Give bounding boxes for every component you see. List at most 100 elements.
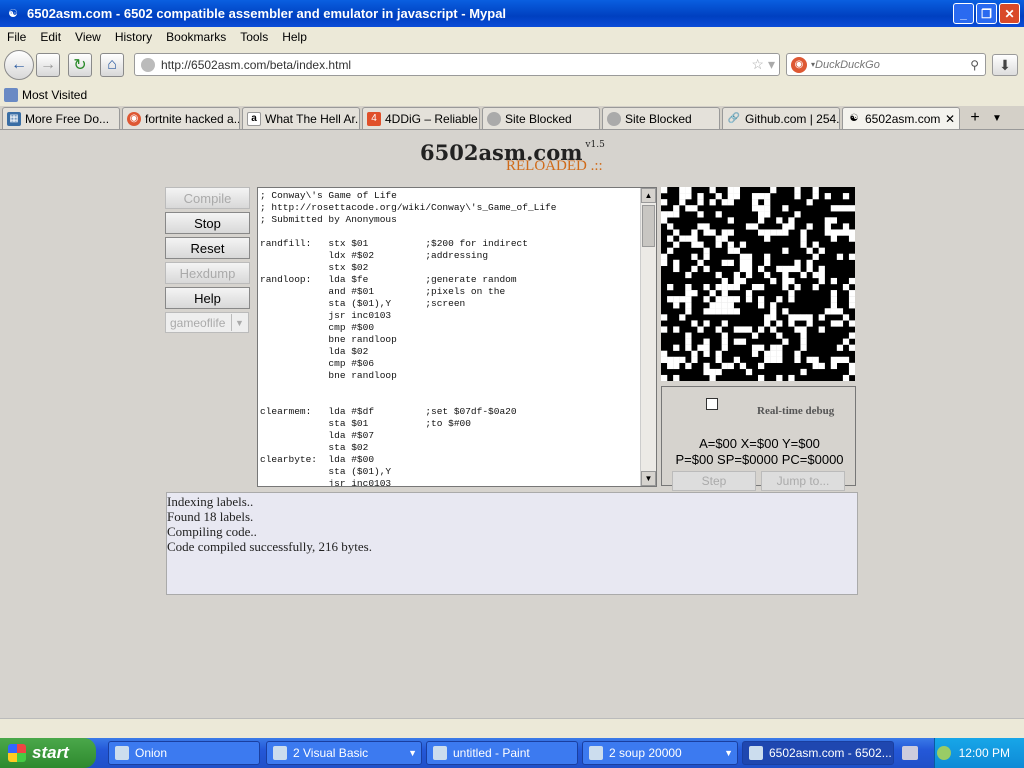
menu-tools[interactable]: Tools [233,30,275,44]
menu-bookmarks[interactable]: Bookmarks [159,30,233,44]
screen-pixel [764,253,771,260]
menu-edit[interactable]: Edit [33,30,68,44]
screen-pixel [745,223,753,230]
menu-help[interactable]: Help [275,30,314,44]
screen-pixel [715,271,722,279]
scroll-thumb[interactable] [642,205,655,247]
taskbar-item-soup[interactable]: 2 soup 20000 ▼ [582,741,738,765]
url-bar[interactable]: ☆ ▾ [134,53,780,76]
taskbar-item-paint[interactable]: untitled - Paint [426,741,578,765]
tab-6[interactable]: 🔗 Github.com | 254... [722,107,840,129]
tab-1[interactable]: ◉ fortnite hacked a... [122,107,240,129]
reload-button[interactable]: ↻ [68,53,92,77]
tab-3[interactable]: 44DDiG – Reliable ... [362,107,480,129]
screen-pixel [715,211,722,218]
code-line: lda #$07 [260,430,375,441]
window-titlebar[interactable]: ☯ 6502asm.com - 6502 compatible assemble… [0,0,1024,27]
screen-pixel [764,211,771,218]
code-editor[interactable]: ; Conway\'s Game of Life; http://rosetta… [257,187,657,487]
duckduckgo-icon[interactable]: ◉ [791,56,807,73]
url-dropdown-icon[interactable]: ▾ [768,56,775,73]
tab-5[interactable]: Site Blocked [602,107,720,129]
search-icon[interactable]: ⚲ [970,58,979,72]
screen-pixel [661,259,668,267]
folder-icon [115,746,129,760]
windows-taskbar: start Onion 2 Visual Basic ▼ untitled - P… [0,738,1024,768]
screen-pixel [709,302,716,309]
example-select[interactable]: gameoflife ▼ [165,312,249,333]
taskbar-item-onion[interactable]: Onion [108,741,260,765]
tab-4[interactable]: Site Blocked [482,107,600,129]
screen-pixel [842,229,850,236]
tab-close-icon[interactable]: ✕ [945,112,955,126]
new-tab-button[interactable]: + [964,107,986,129]
screen-pixel [715,350,722,357]
clock[interactable]: 12:00 PM [959,746,1010,760]
search-bar[interactable]: ◉ ▾ ⚲ [786,53,986,76]
screen-pixel [758,193,765,200]
back-button[interactable]: ← [4,50,34,80]
screen-pixel [721,332,728,339]
bookmark-most-visited[interactable]: Most Visited [4,88,87,102]
start-button[interactable]: start [0,738,96,768]
tab-2[interactable]: a What The Hell Ar... [242,107,360,129]
jump-to-button[interactable]: Jump to... [761,471,845,491]
editor-scrollbar[interactable]: ▲ ▼ [640,188,656,486]
screen-pixel [661,211,668,218]
compile-button[interactable]: Compile [165,187,250,209]
screen-pixel [745,265,753,273]
screen-pixel [721,277,728,285]
screen-pixel [721,290,728,297]
downloads-button[interactable]: ⬇ [992,54,1018,76]
search-input[interactable] [815,58,971,71]
help-button[interactable]: Help [165,287,250,309]
screen-pixel [848,277,855,285]
scroll-up-icon[interactable]: ▲ [641,188,656,203]
realtime-debug-checkbox[interactable] [706,398,718,410]
screen-pixel [685,338,692,345]
home-button[interactable]: ⌂ [100,53,124,77]
network-icon[interactable] [936,746,951,760]
screen-pixel [812,187,819,194]
taskbar-item-browser[interactable]: 6502asm.com - 6502... [742,741,894,765]
reset-button[interactable]: Reset [165,237,250,259]
screen-pixel [715,356,722,364]
screen-pixel [800,338,807,345]
menu-file[interactable]: File [0,30,33,44]
screen-pixel [812,193,819,200]
url-input[interactable] [161,57,752,72]
menu-view[interactable]: View [68,30,108,44]
screen-pixel [709,290,716,297]
screen-pixel [709,368,716,376]
restore-button[interactable]: ❐ [976,3,997,24]
menu-history[interactable]: History [108,30,159,44]
screen-pixel [745,326,753,333]
close-button[interactable]: ✕ [999,3,1020,24]
code-text[interactable]: ; Conway\'s Game of Life; http://rosetta… [260,190,556,486]
screen-pixel [782,223,789,230]
tab-0[interactable]: ▦ More Free Do... [2,107,120,129]
code-line: bne randloop [260,334,397,345]
screen-pixel [782,277,789,285]
screen-pixel [764,259,771,267]
hexdump-button[interactable]: Hexdump [165,262,250,284]
scroll-down-icon[interactable]: ▼ [641,471,656,486]
stop-button[interactable]: Stop [165,212,250,234]
keyboard-icon[interactable] [902,746,918,760]
screen-pixel [685,271,692,279]
taskbar-item-visual-basic[interactable]: 2 Visual Basic ▼ [266,741,422,765]
screen-pixel [727,199,734,206]
screen-pixel [733,247,741,254]
screen-pixel [824,223,831,230]
screen-pixel [848,205,855,212]
tab-list-button[interactable]: ▼ [986,107,1008,129]
tab-7[interactable]: ☯6502asm.com...✕ [842,107,960,129]
screen-pixel [715,284,722,291]
forward-button[interactable]: → [36,53,60,77]
step-button[interactable]: Step [672,471,756,491]
download-arrow-icon: ⬇ [999,56,1011,73]
screen-pixel [842,374,850,381]
bookmark-star-icon[interactable]: ☆ [751,56,764,73]
minimize-button[interactable]: _ [953,3,974,24]
screen-pixel [697,241,704,248]
